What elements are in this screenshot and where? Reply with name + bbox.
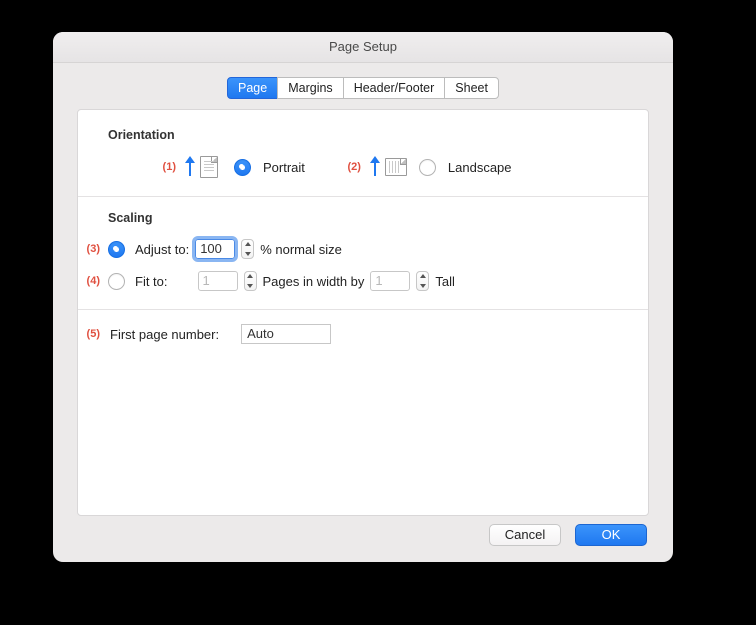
- tab-header-footer[interactable]: Header/Footer: [343, 77, 446, 99]
- orientation-label: Orientation: [108, 128, 630, 142]
- orientation-portrait-label: Portrait: [263, 160, 305, 175]
- marker-2: (2): [343, 161, 361, 173]
- scaling-label: Scaling: [108, 211, 630, 225]
- first-page-input[interactable]: Auto: [241, 324, 331, 344]
- divider-2: [78, 309, 648, 310]
- marker-5: (5): [82, 328, 100, 340]
- tab-bar: Page Margins Header/Footer Sheet: [53, 77, 673, 99]
- page-tab-panel: Orientation (1) Portrait (2) Landscape: [77, 109, 649, 516]
- scaling-adjust-radio[interactable]: [108, 241, 125, 258]
- scaling-fit-mid-label: Pages in width by: [263, 274, 365, 289]
- scaling-fit-height-input[interactable]: 1: [370, 271, 410, 291]
- arrow-up-icon: [186, 156, 196, 178]
- landscape-page-icon: [385, 156, 403, 178]
- scaling-adjust-input[interactable]: 100: [195, 239, 235, 259]
- page-setup-window: Page Setup Page Margins Header/Footer Sh…: [53, 32, 673, 562]
- scaling-fit-width-stepper[interactable]: [244, 271, 257, 291]
- scaling-fit-width-input[interactable]: 1: [198, 271, 238, 291]
- tab-margins[interactable]: Margins: [277, 77, 343, 99]
- marker-3: (3): [82, 243, 100, 255]
- scaling-fit-height-stepper[interactable]: [416, 271, 429, 291]
- arrow-up-icon-2: [371, 156, 381, 178]
- cancel-button[interactable]: Cancel: [489, 524, 561, 546]
- first-page-label: First page number:: [110, 327, 219, 342]
- scaling-adjust-suffix: % normal size: [260, 242, 342, 257]
- orientation-portrait-radio[interactable]: [234, 159, 251, 176]
- marker-4: (4): [82, 275, 100, 287]
- scaling-fit-radio[interactable]: [108, 273, 125, 290]
- ok-button[interactable]: OK: [575, 524, 647, 546]
- scaling-adjust-label: Adjust to:: [135, 242, 189, 257]
- scaling-adjust-stepper[interactable]: [241, 239, 254, 259]
- tab-page[interactable]: Page: [227, 77, 278, 99]
- orientation-landscape-label: Landscape: [448, 160, 512, 175]
- tab-sheet[interactable]: Sheet: [444, 77, 499, 99]
- divider-1: [78, 196, 648, 197]
- portrait-page-icon: [200, 156, 218, 178]
- orientation-landscape-radio[interactable]: [419, 159, 436, 176]
- marker-1: (1): [158, 161, 176, 173]
- scaling-fit-tall-label: Tall: [435, 274, 455, 289]
- window-title: Page Setup: [53, 32, 673, 63]
- scaling-fit-label: Fit to:: [135, 274, 168, 289]
